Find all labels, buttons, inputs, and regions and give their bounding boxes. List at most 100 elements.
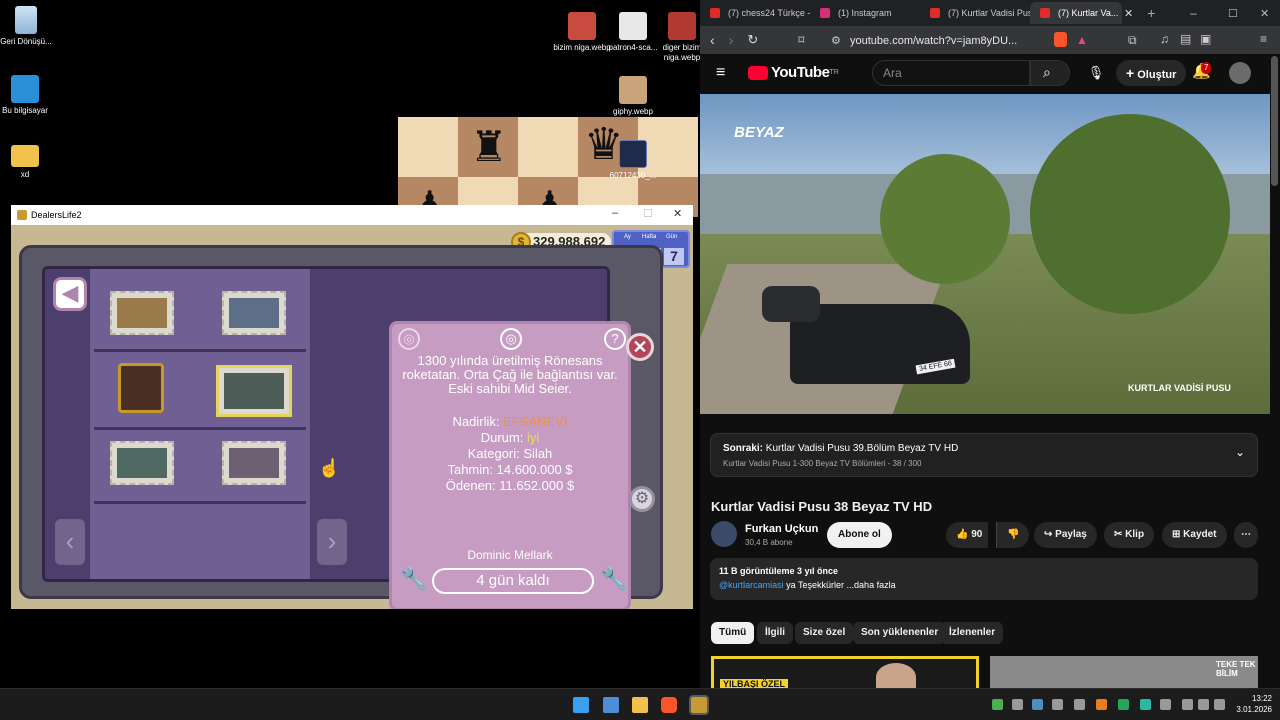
tab-chess24[interactable]: (7) chess24 Türkçe - Y...: [700, 2, 810, 24]
wallet-icon[interactable]: ▣: [1200, 32, 1211, 46]
scrollbar[interactable]: [1271, 56, 1278, 186]
back-icon[interactable]: ‹: [710, 32, 715, 48]
subscribe-button[interactable]: Abone ol: [827, 522, 892, 548]
hamburger-menu-icon[interactable]: ≡: [716, 64, 725, 82]
bookmark-icon[interactable]: ⌑: [798, 33, 804, 47]
clip-button[interactable]: ✂ Klip: [1104, 522, 1155, 548]
microphone-icon[interactable]: 🎙: [1086, 62, 1106, 84]
tray-icon[interactable]: [1032, 699, 1043, 710]
search-button[interactable]: ⌕: [1030, 60, 1070, 86]
menu-icon[interactable]: ≡: [1260, 32, 1267, 46]
time-left-button[interactable]: 4 gün kaldı: [432, 568, 594, 594]
maximize-icon[interactable]: ☐: [1228, 7, 1238, 20]
chest-item[interactable]: [118, 363, 164, 413]
video-thumbnail[interactable]: TEKE TEK BİLİM: [990, 656, 1258, 688]
battery-icon[interactable]: [1214, 699, 1225, 710]
tab-kurtlar-vadisi[interactable]: (7) Kurtlar Vadisi Pus...: [920, 2, 1030, 24]
share-button[interactable]: ↪ Paylaş: [1034, 522, 1097, 548]
maximize-icon[interactable]: ☐: [643, 207, 653, 220]
tray-icon[interactable]: [1140, 699, 1151, 710]
tray-icon[interactable]: [1096, 699, 1107, 710]
back-arrow-button[interactable]: ◀: [53, 277, 87, 311]
close-panel-button[interactable]: ✕: [626, 333, 654, 361]
desktop-icon-recycle-bin[interactable]: Geri Dönüşü...: [0, 6, 56, 47]
search-input[interactable]: Ara: [872, 60, 1030, 86]
item-slot[interactable]: [110, 291, 174, 335]
tray-icon[interactable]: [992, 699, 1003, 710]
forward-icon[interactable]: ›: [729, 32, 734, 48]
tray-icon[interactable]: [1074, 699, 1085, 710]
start-icon[interactable]: [573, 697, 589, 713]
avatar[interactable]: [1229, 62, 1251, 84]
app-icon: [17, 210, 27, 220]
channel-name[interactable]: Furkan Uçkun: [745, 523, 818, 535]
extensions-icon[interactable]: ⧉: [1128, 33, 1137, 48]
brave-browser-icon[interactable]: [661, 697, 677, 713]
game-window[interactable]: DealersLife2 – ☐ ✕ $ 329.988.692 Ay Haft…: [11, 205, 693, 609]
playlist-panel[interactable]: Sonraki: Kurtlar Vadisi Pusu 39.Bölüm Be…: [710, 433, 1258, 477]
like-button[interactable]: 👍 90: [946, 522, 989, 548]
close-icon[interactable]: ✕: [673, 207, 682, 220]
item-slot-selected[interactable]: [216, 365, 292, 417]
video-thumbnail[interactable]: YILBAŞI ÖZEL: [711, 656, 979, 688]
tray-icon[interactable]: [1118, 699, 1129, 710]
tab-close-icon[interactable]: ✕: [1124, 7, 1133, 20]
music-icon[interactable]: ♫: [1160, 32, 1169, 46]
close-icon[interactable]: ✕: [1260, 7, 1269, 20]
reload-icon[interactable]: ↻: [747, 32, 758, 48]
minimize-icon[interactable]: –: [1190, 6, 1197, 20]
tab-kurtlar-vadisi-active[interactable]: (7) Kurtlar Va...: [1030, 2, 1122, 24]
tray-icon[interactable]: [1052, 699, 1063, 710]
help-icon[interactable]: ?: [604, 328, 626, 350]
chip-watched[interactable]: İzlenenler: [941, 622, 1004, 644]
wifi-icon[interactable]: [1182, 699, 1193, 710]
previous-page-button[interactable]: ‹: [55, 519, 85, 565]
tray-icon[interactable]: [1160, 699, 1171, 710]
desktop-icon-folder-xd[interactable]: xd: [0, 142, 55, 180]
clock[interactable]: 13:22 3.01.2026: [1230, 693, 1272, 715]
target-icon[interactable]: ◎: [500, 328, 522, 350]
tray-icon[interactable]: [1012, 699, 1023, 710]
tab-instagram[interactable]: (1) Instagram: [810, 2, 920, 24]
wrench-icon[interactable]: 🔧: [400, 566, 427, 592]
item-slot[interactable]: [222, 441, 286, 485]
file-explorer-icon[interactable]: [632, 697, 648, 713]
thumbnail-text: TEKE TEK BİLİM: [1216, 660, 1256, 678]
desktop-icon-computer[interactable]: Bu bilgisayar: [0, 75, 55, 116]
desktop-icon-file[interactable]: 60712430_...: [603, 140, 663, 181]
chip-recent[interactable]: Son yüklenenler: [853, 622, 947, 644]
item-slot[interactable]: [222, 291, 286, 335]
dealers-life-icon[interactable]: [689, 695, 709, 715]
create-button[interactable]: + Oluştur: [1116, 60, 1187, 86]
item-slot[interactable]: [110, 441, 174, 485]
address-bar[interactable]: youtube.com/watch?v=jam8yDU...: [850, 31, 1020, 51]
new-tab-icon[interactable]: +: [1147, 5, 1155, 21]
mention-link[interactable]: @kurtlarcamiasi: [719, 580, 784, 590]
brave-rewards-icon[interactable]: ▲: [1076, 33, 1088, 47]
save-button[interactable]: ⊞ Kaydet: [1162, 522, 1227, 548]
brave-shield-icon[interactable]: [1054, 32, 1067, 47]
volume-icon[interactable]: [1198, 699, 1209, 710]
video-player[interactable]: 34 EFE 66 BEYAZ KURTLAR VADİSİ PUSU: [700, 94, 1270, 414]
dislike-button[interactable]: 👎: [996, 522, 1030, 548]
chevron-down-icon[interactable]: ⌄: [1235, 445, 1245, 459]
settings-gear-icon[interactable]: ⚙: [629, 486, 655, 512]
game-titlebar[interactable]: DealersLife2 – ☐ ✕: [11, 205, 693, 225]
wrench-icon[interactable]: 🔧: [600, 566, 627, 592]
channel-avatar[interactable]: [711, 521, 737, 547]
rook-piece[interactable]: ♜: [470, 125, 508, 169]
site-settings-icon[interactable]: ⚙: [831, 34, 841, 47]
show-more-link[interactable]: ...daha fazla: [847, 580, 896, 590]
badge-icon[interactable]: ◎: [398, 328, 420, 350]
chip-for-you[interactable]: Size özel: [795, 622, 854, 644]
youtube-logo[interactable]: YouTube TR: [748, 64, 839, 81]
chip-all[interactable]: Tümü: [711, 622, 755, 644]
next-page-button[interactable]: ›: [317, 519, 347, 565]
more-actions-button[interactable]: ⋯: [1234, 522, 1258, 548]
minimize-icon[interactable]: –: [612, 207, 618, 219]
widgets-icon[interactable]: [603, 697, 619, 713]
description-box[interactable]: 11 B görüntüleme 3 yıl önce @kurtlarcami…: [710, 558, 1258, 600]
chip-related[interactable]: İlgili: [757, 622, 793, 644]
desktop-icon-file[interactable]: giphy.webp: [603, 76, 663, 117]
sidebar-icon[interactable]: ▤: [1180, 32, 1191, 46]
